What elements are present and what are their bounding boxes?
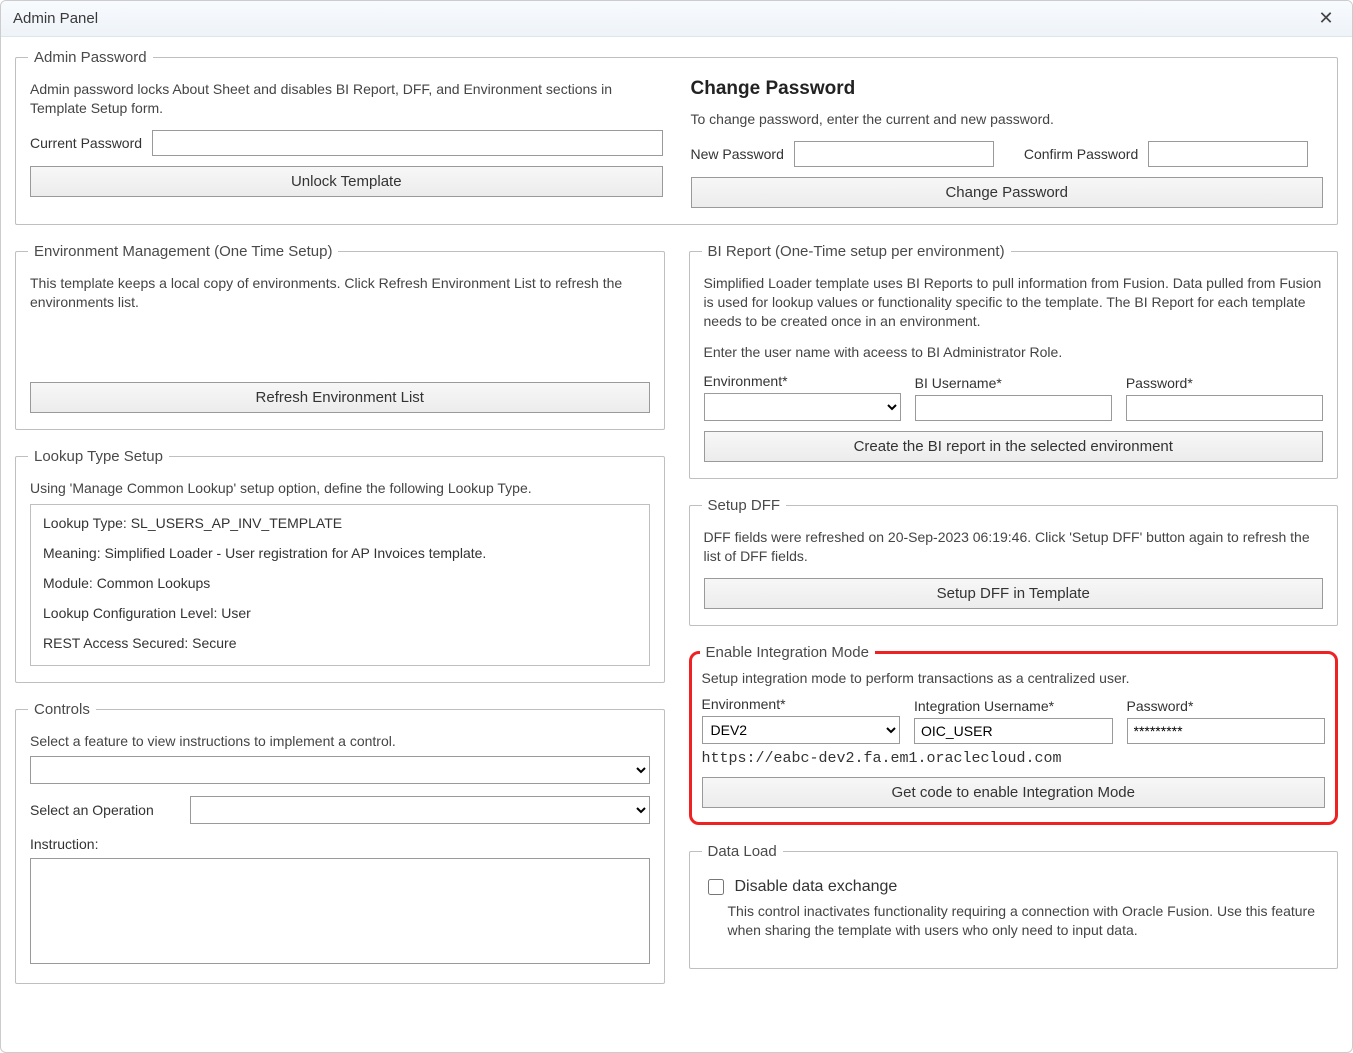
admin-password-legend: Admin Password <box>28 49 153 66</box>
lookup-legend: Lookup Type Setup <box>28 448 169 465</box>
integration-legend: Enable Integration Mode <box>700 644 875 661</box>
integration-desc: Setup integration mode to perform transa… <box>702 669 1326 688</box>
lookup-group: Lookup Type Setup Using 'Manage Common L… <box>15 448 665 683</box>
integration-group: Enable Integration Mode Setup integratio… <box>689 644 1339 825</box>
dff-desc: DFF fields were refreshed on 20-Sep-2023… <box>704 528 1324 566</box>
bi-pw-input[interactable] <box>1126 395 1323 421</box>
new-password-input[interactable] <box>794 141 994 167</box>
create-bi-report-button[interactable]: Create the BI report in the selected env… <box>704 431 1324 462</box>
get-code-button[interactable]: Get code to enable Integration Mode <box>702 777 1326 808</box>
bi-report-desc: Simplified Loader template uses BI Repor… <box>704 274 1324 331</box>
integration-url: https://eabc-dev2.fa.em1.oraclecloud.com <box>702 750 1326 767</box>
change-password-heading: Change Password <box>691 78 1324 100</box>
int-user-label: Integration Username* <box>914 698 1113 714</box>
change-password-desc: To change password, enter the current an… <box>691 110 1324 129</box>
bi-report-group: BI Report (One-Time setup per environmen… <box>689 243 1339 480</box>
int-env-label: Environment* <box>702 696 901 712</box>
lookup-details-box: Lookup Type: SL_USERS_AP_INV_TEMPLATE Me… <box>30 504 650 666</box>
feature-select[interactable] <box>30 756 650 784</box>
refresh-env-button[interactable]: Refresh Environment List <box>30 382 650 413</box>
dff-group: Setup DFF DFF fields were refreshed on 2… <box>689 497 1339 626</box>
bi-report-enter-user: Enter the user name with aceess to BI Ad… <box>704 343 1324 362</box>
lookup-rest-line: REST Access Secured: Secure <box>43 635 637 651</box>
bi-user-input[interactable] <box>915 395 1112 421</box>
setup-dff-button[interactable]: Setup DFF in Template <box>704 578 1324 609</box>
admin-password-group: Admin Password Admin password locks Abou… <box>15 49 1338 225</box>
int-pw-label: Password* <box>1127 698 1326 714</box>
dff-legend: Setup DFF <box>702 497 787 514</box>
env-mgmt-desc: This template keeps a local copy of envi… <box>30 274 650 312</box>
env-mgmt-group: Environment Management (One Time Setup) … <box>15 243 665 430</box>
data-load-group: Data Load Disable data exchange This con… <box>689 843 1339 969</box>
new-password-label: New Password <box>691 146 784 162</box>
current-password-input[interactable] <box>152 130 662 156</box>
titlebar: Admin Panel ✕ <box>1 1 1352 37</box>
admin-panel-window: Admin Panel ✕ Admin Password Admin passw… <box>0 0 1353 1053</box>
bi-report-legend: BI Report (One-Time setup per environmen… <box>702 243 1011 260</box>
unlock-template-button[interactable]: Unlock Template <box>30 166 663 197</box>
bi-env-select[interactable] <box>704 393 901 421</box>
operation-select[interactable] <box>190 796 650 824</box>
confirm-password-label: Confirm Password <box>1024 146 1138 162</box>
lookup-desc: Using 'Manage Common Lookup' setup optio… <box>30 479 650 498</box>
lookup-meaning-line: Meaning: Simplified Loader - User regist… <box>43 545 637 561</box>
operation-label: Select an Operation <box>30 802 180 818</box>
env-mgmt-legend: Environment Management (One Time Setup) <box>28 243 338 260</box>
confirm-password-input[interactable] <box>1148 141 1308 167</box>
bi-pw-label: Password* <box>1126 375 1323 391</box>
controls-desc: Select a feature to view instructions to… <box>30 732 650 751</box>
close-icon[interactable]: ✕ <box>1312 5 1340 33</box>
instruction-label: Instruction: <box>30 836 98 852</box>
controls-legend: Controls <box>28 701 96 718</box>
int-env-select[interactable]: DEV2 <box>702 716 901 744</box>
admin-password-desc: Admin password locks About Sheet and dis… <box>30 80 663 118</box>
bi-user-label: BI Username* <box>915 375 1112 391</box>
disable-data-exchange-label: Disable data exchange <box>735 878 898 896</box>
data-load-desc: This control inactivates functionality r… <box>728 902 1324 940</box>
instruction-textarea[interactable] <box>30 858 650 964</box>
disable-data-exchange-checkbox[interactable] <box>708 879 724 895</box>
current-password-label: Current Password <box>30 135 142 151</box>
lookup-config-line: Lookup Configuration Level: User <box>43 605 637 621</box>
bi-env-label: Environment* <box>704 373 901 389</box>
int-pw-input[interactable] <box>1127 718 1326 744</box>
int-user-input[interactable] <box>914 718 1113 744</box>
data-load-legend: Data Load <box>702 843 783 860</box>
change-password-button[interactable]: Change Password <box>691 177 1324 208</box>
window-body: Admin Password Admin password locks Abou… <box>1 37 1352 1014</box>
controls-group: Controls Select a feature to view instru… <box>15 701 665 985</box>
window-title: Admin Panel <box>13 10 1312 27</box>
lookup-type-line: Lookup Type: SL_USERS_AP_INV_TEMPLATE <box>43 515 637 531</box>
lookup-module-line: Module: Common Lookups <box>43 575 637 591</box>
